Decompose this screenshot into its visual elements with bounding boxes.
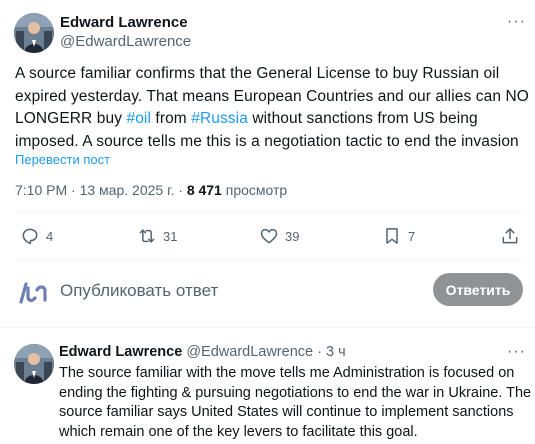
author-avatar[interactable] (14, 13, 54, 53)
reply-time[interactable]: 3 ч (326, 344, 346, 360)
retweet-button[interactable]: 31 (137, 226, 177, 246)
author-name[interactable]: Edward Lawrence (60, 14, 188, 31)
like-button[interactable]: 39 (259, 226, 299, 246)
views-count: 8 471 (186, 182, 222, 198)
tweet-text-segment: A source familiar confirms that the Gene… (15, 65, 500, 82)
tweet-text-line: A source familiar confirms that the Gene… (15, 63, 527, 86)
reply-text-line: source familiar says United States will … (59, 404, 514, 420)
bookmark-count: 7 (408, 228, 416, 244)
reply-icon (20, 226, 40, 246)
views-label: просмотр (225, 182, 288, 198)
hashtag-oil[interactable]: #oil (126, 110, 151, 127)
like-count: 39 (285, 228, 300, 244)
tweet-time[interactable]: 7:10 PM (15, 182, 67, 198)
tweet-meta: 7:10 PM · 13 мар. 2025 г. · 8 471 просмо… (15, 182, 287, 198)
reply-text: The source familiar with the move tells … (59, 364, 532, 442)
tweet-text-line: expired yesterday. That means European C… (15, 86, 529, 109)
translate-post-link[interactable]: Перевести пост (15, 152, 110, 167)
bookmark-icon (382, 226, 402, 246)
tweet-text-segment: imposed. A source tells me this is a neg… (15, 132, 519, 150)
retweet-count: 31 (163, 228, 178, 244)
reply-text-line: which remain one of the key levers to fa… (59, 423, 418, 440)
reply-author-name[interactable]: Edward Lawrence (59, 344, 182, 360)
reply-author-avatar[interactable] (14, 344, 54, 384)
divider (0, 327, 535, 328)
divider (15, 212, 522, 213)
tweet-text-segment: expired yesterday. That means European C… (15, 87, 529, 105)
reply-header: Edward Lawrence @EdwardLawrence · 3 ч (59, 344, 346, 360)
share-icon (500, 226, 520, 246)
hashtag-russia[interactable]: #Russia (191, 110, 248, 127)
tweet-text-segment: LONGERR buy (15, 110, 127, 127)
tweet-text-line: imposed. A source tells me this is a neg… (15, 131, 527, 154)
reply-more-options-icon[interactable]: ··· (507, 343, 526, 361)
reply-text-line: ending the fighting & pursuing negotiati… (59, 384, 532, 401)
tweet-text-segment: from (151, 110, 192, 127)
reply-text-line: The source familiar with the move tells … (59, 365, 515, 381)
tweet-text: A source familiar confirms that the Gene… (15, 63, 529, 154)
reply-count: 4 (46, 228, 54, 244)
reply-input[interactable]: Опубликовать ответ (60, 281, 218, 301)
divider (15, 260, 522, 261)
author-handle[interactable]: @EdwardLawrence (60, 33, 191, 50)
reply-button[interactable]: 4 (20, 226, 53, 246)
reply-separator: · (317, 344, 322, 360)
reply-submit-button[interactable]: Ответить (433, 273, 523, 306)
tweet-date[interactable]: 13 мар. 2025 г. (80, 182, 175, 198)
share-button[interactable] (500, 226, 520, 246)
more-options-icon[interactable]: ··· (507, 13, 526, 31)
bookmark-button[interactable]: 7 (382, 226, 415, 246)
retweet-icon (137, 226, 157, 246)
heart-icon (259, 226, 279, 246)
meta-separator: · (71, 182, 76, 198)
reply-author-handle[interactable]: @EdwardLawrence (186, 344, 313, 360)
user-logo-icon (18, 278, 48, 304)
tweet-text-segment: without sanctions from US being (247, 110, 478, 127)
tweet-text-line: LONGERR buy #oil from #Russia without sa… (15, 108, 527, 131)
meta-separator: · (178, 182, 183, 198)
